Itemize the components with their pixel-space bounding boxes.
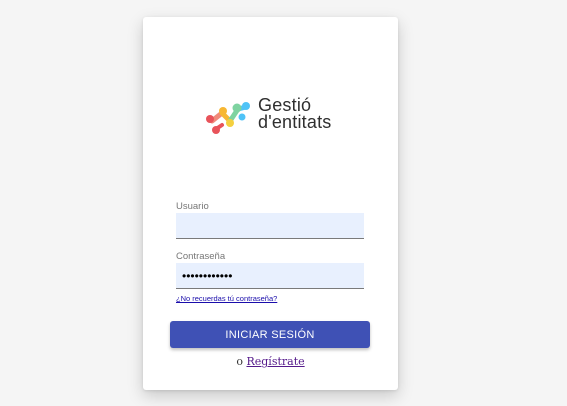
register-prefix: o	[236, 355, 243, 368]
register-link[interactable]: Regístrate	[246, 355, 304, 368]
logo-icon	[206, 102, 250, 134]
username-input[interactable]	[176, 213, 364, 239]
login-button[interactable]: INICIAR SESIÓN	[170, 321, 370, 348]
login-card: Gestió d'entitats Usuario Contraseña ¿No…	[143, 17, 398, 390]
register-row: o Regístrate	[143, 355, 398, 368]
forgot-password-link[interactable]: ¿No recuerdas tú contraseña?	[176, 294, 277, 303]
password-input[interactable]	[176, 263, 364, 289]
username-label: Usuario	[176, 201, 209, 212]
password-label: Contraseña	[176, 251, 226, 262]
logo-text: Gestió d'entitats	[258, 96, 332, 132]
app-logo: Gestió d'entitats	[204, 96, 344, 137]
logo-text-line2: d'entitats	[258, 112, 332, 132]
